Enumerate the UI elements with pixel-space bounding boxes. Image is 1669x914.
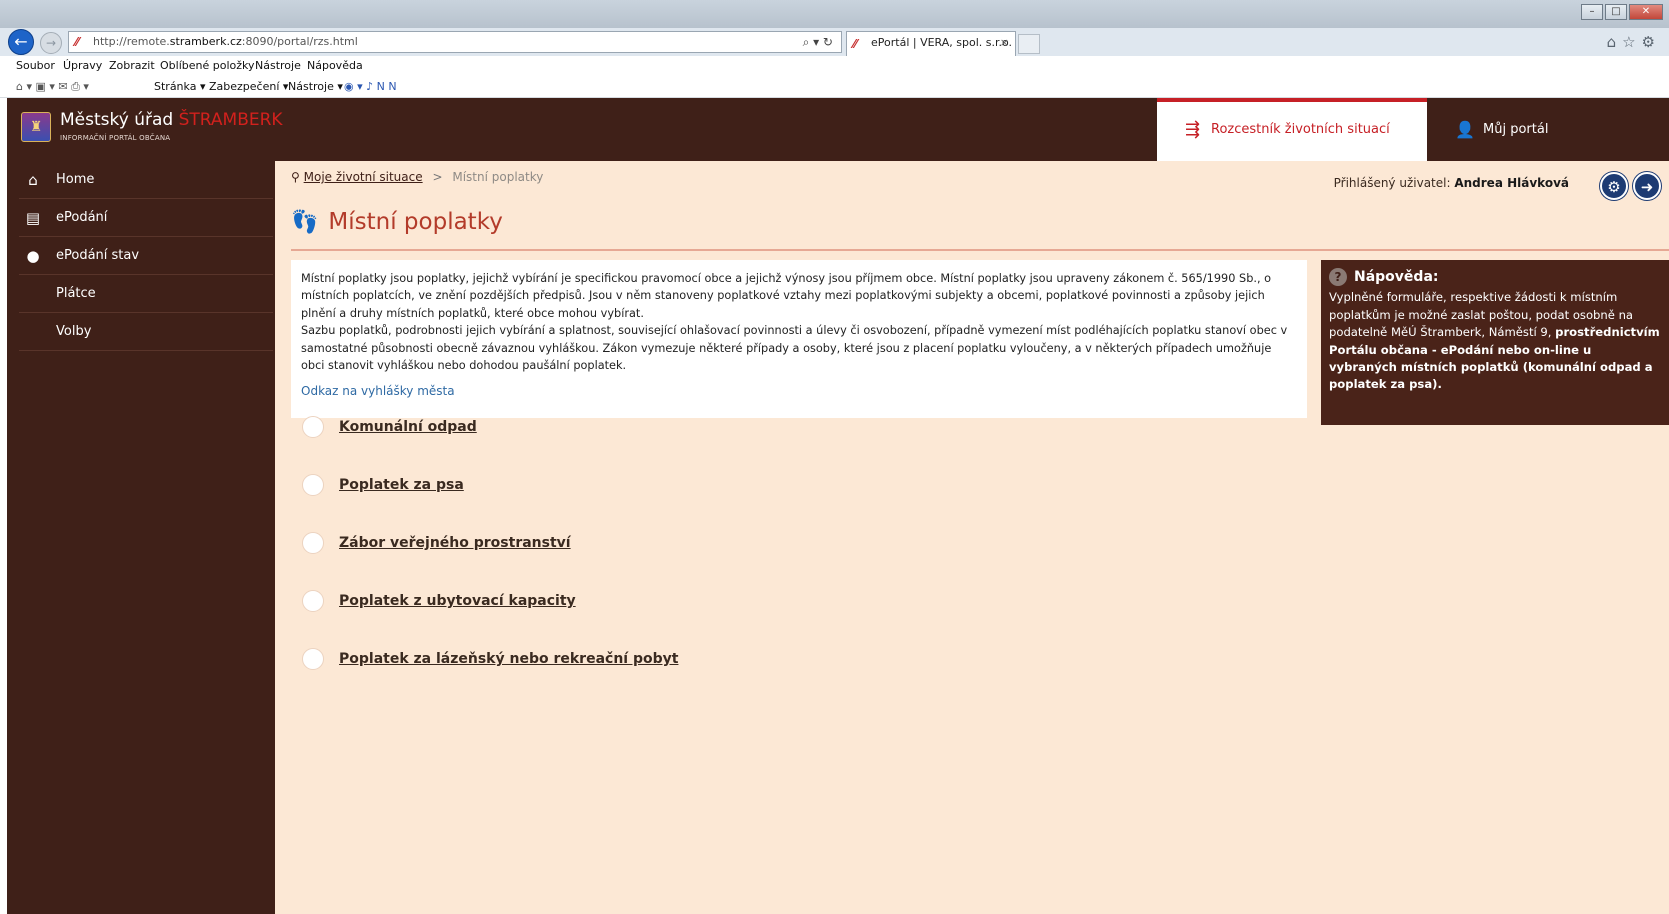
page-title: 👣 Místní poplatky <box>291 209 503 235</box>
minimize-button[interactable]: – <box>1581 4 1603 20</box>
nav-rozcestnik[interactable]: ⇶ Rozcestník životních situací <box>1157 98 1427 161</box>
screen: – □ ✕ ← → ⁄⁄ http://remote.stramberk.cz:… <box>0 0 1669 914</box>
question-icon: ? <box>1329 268 1347 286</box>
breadcrumb-separator: > <box>432 170 443 184</box>
logout-icon: ➜ <box>1640 178 1654 196</box>
home-icon: ⌂ <box>28 171 38 189</box>
home-favorites-settings-icons[interactable]: ⌂☆⚙ <box>1607 33 1661 51</box>
tab-favicon-icon: ⁄⁄ <box>853 37 858 51</box>
browser-tab[interactable]: ⁄⁄ ePortál | VERA, spol. s.r.o. × <box>846 31 1016 56</box>
command-stranka[interactable]: Stránka ▾ <box>154 80 205 93</box>
sidebar-item-label: Home <box>56 172 95 187</box>
url-prefix: http://remote. <box>93 35 170 48</box>
map-pin-icon: ⚲ <box>291 170 300 184</box>
browser-titlebar: – □ ✕ <box>0 0 1669 28</box>
window-controls: – □ ✕ <box>1581 4 1663 20</box>
gear-icon: ⚙ <box>1607 178 1621 196</box>
footprints-icon: 👣 <box>291 210 319 235</box>
brand-name[interactable]: Městský úřad ŠTRAMBERK <box>60 110 283 130</box>
user-name: Andrea Hlávková <box>1454 176 1569 190</box>
url-host: stramberk.cz <box>169 35 242 48</box>
city-crest-icon: ♜ <box>21 112 51 142</box>
main-content: ⚲ Moje životní situace > Místní poplatky… <box>275 161 1669 914</box>
site-favicon-icon: ⁄⁄ <box>75 35 80 49</box>
url-suffix: :8090/portal/rzs.html <box>241 35 358 48</box>
sidebar-item-label: ePodání <box>56 210 108 225</box>
sidebar-item-label: ePodání stav <box>56 248 140 263</box>
menu-oblibene[interactable]: Oblíbené položky <box>160 59 255 72</box>
help-toolbar-icons[interactable]: ◉ ▾ ♪ N N <box>344 80 397 93</box>
menu-zobrazit[interactable]: Zobrazit <box>109 59 155 72</box>
sidebar-item-home[interactable]: ⌂ Home <box>19 161 273 199</box>
radio-circle-icon[interactable] <box>302 532 324 554</box>
tab-title: ePortál | VERA, spol. s.r.o. <box>871 36 1013 49</box>
browser-command-bar: ⌂ ▾ ▣ ▾ ✉ ⎙ ▾ Stránka ▾ Zabezpečení ▾ Ná… <box>0 76 1669 98</box>
brand-name-text: Městský úřad <box>60 110 174 130</box>
intro-paragraph-2: Sazbu poplatků, podrobnosti jejich vybír… <box>301 324 1288 373</box>
chat-icon: ● <box>26 247 40 265</box>
help-text: Vyplněné formuláře, respektive žádosti k… <box>1329 289 1661 393</box>
fee-label[interactable]: Poplatek za lázeňský nebo rekreační poby… <box>339 651 678 667</box>
breadcrumb-current: Místní poplatky <box>452 170 544 184</box>
sidebar-item-label: Plátce <box>56 286 96 301</box>
new-tab-button[interactable] <box>1018 34 1040 54</box>
intro-paragraph-1: Místní poplatky jsou poplatky, jejichž v… <box>301 272 1272 320</box>
user-label: Přihlášený uživatel: <box>1333 176 1451 190</box>
intro-box: Místní poplatky jsou poplatky, jejichž v… <box>291 260 1307 418</box>
help-box: ? Nápověda: Vyplněné formuláře, respektiv… <box>1321 260 1669 425</box>
fee-label[interactable]: Poplatek z ubytovací kapacity <box>339 593 576 609</box>
nav-rozcestnik-label: Rozcestník životních situací <box>1211 122 1390 137</box>
menu-napoveda[interactable]: Nápověda <box>307 59 363 72</box>
brand-accent-text: ŠTRAMBERK <box>178 110 283 130</box>
close-window-button[interactable]: ✕ <box>1629 4 1663 20</box>
help-header: ? Nápověda: <box>1329 268 1661 286</box>
command-nastroje[interactable]: Nástroje ▾ <box>288 80 343 93</box>
maximize-button[interactable]: □ <box>1605 4 1627 20</box>
breadcrumb-link[interactable]: Moje životní situace <box>304 170 423 184</box>
back-button[interactable]: ← <box>8 29 34 55</box>
menu-upravy[interactable]: Úpravy <box>63 59 102 72</box>
fee-label[interactable]: Poplatek za psa <box>339 477 464 493</box>
site-header: ♜ Městský úřad ŠTRAMBERK INFORMAČNÍ PORT… <box>7 98 1669 161</box>
sidebar-item-epodani-stav[interactable]: ● ePodání stav <box>19 237 273 275</box>
browser-menu-bar: Soubor Úpravy Zobrazit Oblíbené položky … <box>0 56 1669 76</box>
sidebar-item-epodani[interactable]: ▤ ePodání <box>19 199 273 237</box>
browser-address-row: ← → ⁄⁄ http://remote.stramberk.cz:8090/p… <box>0 28 1669 56</box>
vyhlasky-link[interactable]: Odkaz na vyhlášky města <box>301 383 1297 400</box>
forward-button[interactable]: → <box>40 32 62 54</box>
breadcrumb: ⚲ Moje životní situace > Místní poplatky <box>291 170 543 184</box>
search-refresh-icon[interactable]: ⌕ ▾ ↻ <box>803 32 833 52</box>
command-bar-icons[interactable]: ⌂ ▾ ▣ ▾ ✉ ⎙ ▾ <box>16 80 89 94</box>
radio-circle-icon[interactable] <box>302 590 324 612</box>
signpost-icon: ⇶ <box>1185 119 1201 140</box>
brand-subtitle: INFORMAČNÍ PORTÁL OBČANA <box>60 134 171 142</box>
fee-label[interactable]: Zábor veřejného prostranství <box>339 535 571 551</box>
menu-soubor[interactable]: Soubor <box>16 59 55 72</box>
command-zabezpeceni[interactable]: Zabezpečení ▾ <box>209 80 288 93</box>
logout-button[interactable]: ➜ <box>1633 172 1661 200</box>
help-title: Nápověda: <box>1354 269 1439 285</box>
radio-circle-icon[interactable] <box>302 648 324 670</box>
radio-circle-icon[interactable] <box>302 416 324 438</box>
user-icon: 👤 <box>1455 120 1475 139</box>
radio-circle-icon[interactable] <box>302 474 324 496</box>
close-tab-icon[interactable]: × <box>1000 32 1009 54</box>
settings-button[interactable]: ⚙ <box>1600 172 1628 200</box>
nav-muj-portal-label: Můj portál <box>1483 122 1549 137</box>
logged-user-info: Přihlášený uživatel: Andrea Hlávková <box>1334 176 1569 190</box>
document-icon: ▤ <box>25 209 41 227</box>
sidebar-item-label: Volby <box>56 324 92 339</box>
menu-nastroje[interactable]: Nástroje <box>255 59 301 72</box>
page-title-text: Místní poplatky <box>328 209 503 235</box>
sidebar-item-platce[interactable]: Plátce <box>19 275 273 313</box>
title-divider <box>291 249 1669 251</box>
fee-label[interactable]: Komunální odpad <box>339 419 477 435</box>
nav-muj-portal[interactable]: 👤 Můj portál <box>1427 98 1669 161</box>
sidebar-item-volby[interactable]: Volby <box>19 313 273 351</box>
sidebar: ⌂ Home ▤ ePodání ● ePodání stav Plátce V… <box>7 161 275 914</box>
address-bar[interactable]: ⁄⁄ http://remote.stramberk.cz:8090/porta… <box>68 31 842 53</box>
